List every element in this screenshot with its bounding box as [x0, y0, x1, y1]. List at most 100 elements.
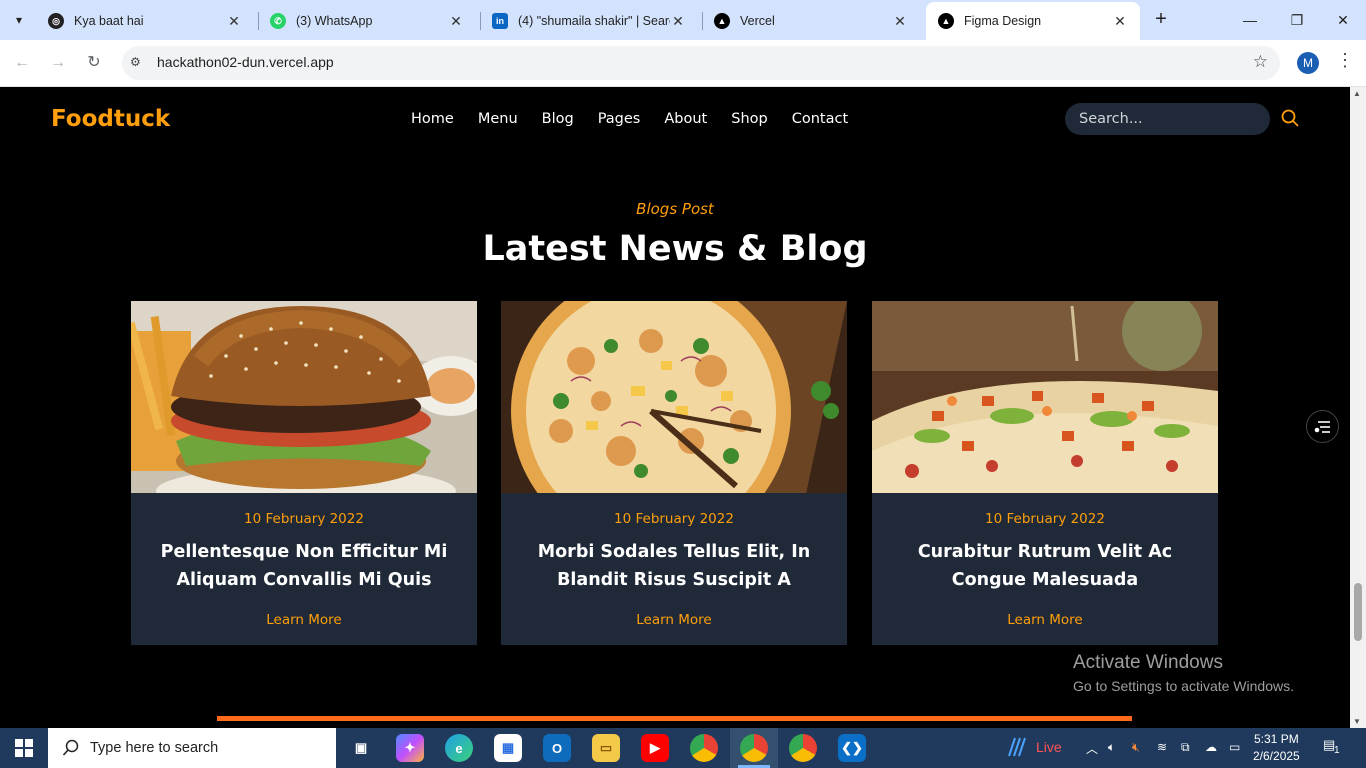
vscode-icon[interactable]: ❮❯: [838, 734, 866, 762]
tab-title: Figma Design: [964, 14, 1042, 28]
chrome-active-app[interactable]: [730, 728, 778, 768]
search-icon: [62, 739, 79, 756]
onedrive-icon[interactable]: ☁: [1205, 740, 1217, 754]
post-date: 10 February 2022: [614, 511, 734, 527]
tab-title: Kya baat hai: [74, 14, 144, 28]
search-icon[interactable]: [1280, 108, 1300, 128]
filter-menu-icon[interactable]: [1306, 410, 1339, 443]
learn-more-link[interactable]: Learn More: [501, 612, 847, 628]
section-divider: [217, 716, 1132, 721]
live-label[interactable]: Live: [1036, 739, 1062, 755]
nav-contact[interactable]: Contact: [792, 111, 848, 127]
windows-start-icon[interactable]: [0, 728, 48, 768]
scroll-thumb[interactable]: [1354, 583, 1362, 641]
close-icon[interactable]: ✕: [670, 13, 686, 30]
tacos-image: [872, 301, 1218, 493]
vercel-icon: ▲: [938, 13, 954, 29]
post-title[interactable]: Pellentesque Non Efficitur Mi Aliquam Co…: [143, 538, 465, 594]
close-icon[interactable]: ✕: [892, 13, 908, 30]
meet-icon[interactable]: ⧉: [1181, 740, 1190, 755]
browser-tab[interactable]: ✆ (3) WhatsApp ✕: [258, 6, 476, 36]
reload-icon[interactable]: ↻: [82, 51, 106, 75]
forward-arrow-icon[interactable]: →: [46, 51, 70, 75]
outlook-icon[interactable]: O: [543, 734, 571, 762]
whatsapp-icon: ✆: [270, 13, 286, 29]
blog-card[interactable]: 10 February 2022 Curabitur Rutrum Velit …: [872, 301, 1218, 645]
battery-icon[interactable]: ▭: [1229, 740, 1240, 754]
speaker-icon[interactable]: 🔈︎: [1108, 740, 1115, 755]
nav-home[interactable]: Home: [411, 111, 454, 127]
site-settings-icon[interactable]: ⚙: [130, 55, 141, 69]
notification-count: 1: [1334, 745, 1340, 756]
taskbar-search-placeholder: Type here to search: [90, 740, 219, 756]
youtube-icon[interactable]: ▶: [641, 734, 669, 762]
tab-title: Vercel: [740, 14, 775, 28]
show-hidden-icons-chevron-icon[interactable]: ︿: [1086, 740, 1098, 757]
new-tab-plus-icon[interactable]: +: [1150, 8, 1172, 30]
clock-date: 2/6/2025: [1253, 749, 1300, 763]
notification-center-icon[interactable]: ▤ 1: [1323, 737, 1345, 759]
close-icon[interactable]: ✕: [448, 13, 464, 30]
chrome-icon[interactable]: [789, 734, 817, 762]
windows-taskbar: Type here to search ▣ ✦ e ▦ O ▭ ▶ ❮❯ Liv…: [0, 728, 1366, 768]
tab-strip: ▾ ◎ Kya baat hai ✕ ✆ (3) WhatsApp ✕ in (…: [0, 0, 1366, 40]
chatgpt-icon: ◎: [48, 13, 64, 29]
post-date: 10 February 2022: [244, 511, 364, 527]
burger-image: [131, 301, 477, 493]
post-title[interactable]: Curabitur Rutrum Velit Ac Congue Malesua…: [884, 538, 1206, 594]
section-eyebrow: Blogs Post: [636, 200, 714, 218]
nav-blog[interactable]: Blog: [542, 111, 574, 127]
url-text[interactable]: hackathon02-dun.vercel.app: [157, 54, 334, 70]
scroll-down-icon[interactable]: ▼: [1353, 717, 1361, 726]
profile-avatar[interactable]: M: [1297, 52, 1319, 74]
copilot-icon[interactable]: ✦: [396, 734, 424, 762]
nav-about[interactable]: About: [664, 111, 707, 127]
taskbar-clock[interactable]: 5:31 PM 2/6/2025: [1253, 731, 1300, 765]
store-icon[interactable]: ▦: [494, 734, 522, 762]
nav-pages[interactable]: Pages: [598, 111, 641, 127]
wifi-icon[interactable]: ≋: [1157, 740, 1167, 754]
search-input[interactable]: [1065, 103, 1270, 135]
blog-card[interactable]: 10 February 2022 Morbi Sodales Tellus El…: [501, 301, 847, 645]
chrome-profile-icon: [740, 734, 768, 762]
nav-shop[interactable]: Shop: [731, 111, 767, 127]
page-scrollbar[interactable]: ▲ ▼: [1350, 87, 1366, 728]
pizza-image: [501, 301, 847, 493]
vercel-icon: ▲: [714, 13, 730, 29]
browser-tab[interactable]: in (4) "shumaila shakir" | Search ✕: [480, 6, 698, 36]
site-logo[interactable]: Foodtuck: [51, 106, 170, 132]
main-nav: Home Menu Blog Pages About Shop Contact: [411, 111, 848, 127]
tab-title: (3) WhatsApp: [296, 14, 373, 28]
learn-more-link[interactable]: Learn More: [872, 612, 1218, 628]
back-arrow-icon[interactable]: ←: [10, 51, 34, 75]
taskbar-search-input[interactable]: Type here to search: [48, 728, 336, 768]
watermark-title: Activate Windows: [1073, 652, 1223, 673]
nav-menu[interactable]: Menu: [478, 111, 518, 127]
chrome-icon[interactable]: [690, 734, 718, 762]
restore-icon[interactable]: ❐: [1282, 8, 1312, 32]
edge-icon[interactable]: e: [445, 734, 473, 762]
muted-audio-icon[interactable]: 🔇︎: [1132, 740, 1140, 755]
learn-more-link[interactable]: Learn More: [131, 612, 477, 628]
minimize-icon[interactable]: —: [1235, 8, 1265, 32]
blog-card[interactable]: 10 February 2022 Pellentesque Non Effici…: [131, 301, 477, 645]
browser-menu-icon[interactable]: ⋮: [1336, 50, 1354, 71]
post-title[interactable]: Morbi Sodales Tellus Elit, In Blandit Ri…: [513, 538, 835, 594]
bookmark-star-icon[interactable]: ☆: [1253, 52, 1268, 72]
browser-tab[interactable]: ▲ Vercel ✕: [702, 6, 920, 36]
browser-tab-active[interactable]: ▲ Figma Design ✕: [926, 2, 1140, 40]
task-view-icon[interactable]: ▣: [347, 734, 375, 762]
browser-tab[interactable]: ◎ Kya baat hai ✕: [36, 6, 254, 36]
watermark-subtitle: Go to Settings to activate Windows.: [1073, 678, 1294, 694]
close-icon[interactable]: ✕: [226, 13, 242, 30]
close-icon[interactable]: ✕: [1112, 13, 1128, 30]
scroll-up-icon[interactable]: ▲: [1353, 89, 1361, 98]
post-date: 10 February 2022: [985, 511, 1105, 527]
tab-title: (4) "shumaila shakir" | Search: [518, 14, 670, 28]
weather-icon[interactable]: [1006, 736, 1028, 761]
window-close-icon[interactable]: ✕: [1328, 8, 1358, 32]
file-explorer-icon[interactable]: ▭: [592, 734, 620, 762]
section-heading: Latest News & Blog: [482, 229, 868, 269]
address-bar[interactable]: ⚙ hackathon02-dun.vercel.app ☆: [122, 46, 1280, 80]
tab-search-chevron-icon[interactable]: ▾: [6, 7, 32, 33]
